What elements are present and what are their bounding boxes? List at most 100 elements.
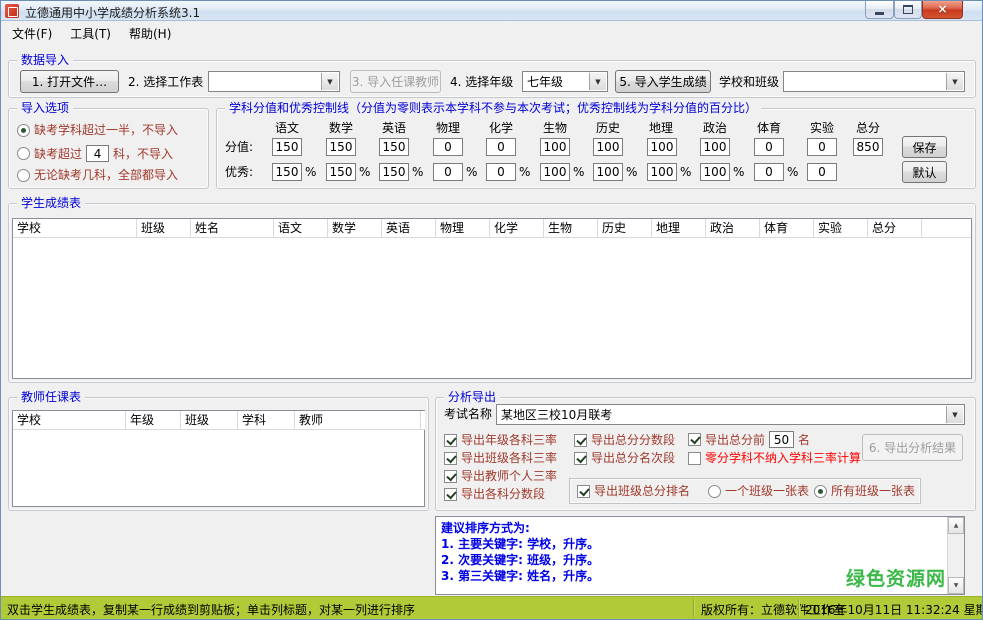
chevron-down-icon[interactable]: ▼: [589, 73, 606, 90]
student-column-header[interactable]: 实验: [814, 219, 868, 238]
teacher-column-header[interactable]: 年级: [126, 411, 181, 430]
student-column-header[interactable]: 地理: [652, 219, 706, 238]
menu-tools[interactable]: 工具(T): [61, 22, 120, 45]
student-column-header[interactable]: 政治: [706, 219, 760, 238]
group-teacher-table: 教师任课表 学校 年级 班级 学科 教师: [8, 397, 429, 511]
score-input[interactable]: [647, 138, 677, 156]
top-n-input[interactable]: [769, 431, 794, 448]
student-table-body[interactable]: [13, 238, 971, 378]
excellent-input[interactable]: [754, 163, 784, 181]
student-column-header[interactable]: 语文: [274, 219, 328, 238]
excellent-input[interactable]: [647, 163, 677, 181]
close-button[interactable]: ×: [922, 1, 963, 19]
student-score-table[interactable]: 学校 班级 姓名 语文 数学 英语 物理 化学 生物 历史 地理 政治 体育 实…: [12, 218, 972, 379]
excellent-input[interactable]: [540, 163, 570, 181]
cb-top-n[interactable]: 导出总分前 名: [688, 431, 810, 448]
excellent-input[interactable]: [700, 163, 730, 181]
checkbox-label-suffix: 名: [798, 433, 810, 447]
radio-import-all[interactable]: 无论缺考几科，全部都导入: [17, 168, 178, 182]
worksheet-select[interactable]: ▼: [208, 71, 340, 92]
teacher-column-header[interactable]: 教师: [295, 411, 421, 430]
student-column-header[interactable]: 体育: [760, 219, 814, 238]
score-input[interactable]: [754, 138, 784, 156]
student-column-header[interactable]: 英语: [382, 219, 436, 238]
minimize-button[interactable]: [865, 1, 894, 19]
vertical-scrollbar[interactable]: ▲ ▼: [947, 517, 964, 594]
total-score-input[interactable]: [853, 138, 883, 156]
radio-skip-half[interactable]: 缺考学科超过一半，不导入: [17, 123, 178, 137]
checkbox-icon: [574, 434, 587, 447]
teacher-table[interactable]: 学校 年级 班级 学科 教师: [12, 410, 425, 507]
student-column-header[interactable]: 历史: [598, 219, 652, 238]
chevron-down-icon[interactable]: ▼: [946, 406, 963, 423]
import-teachers-button[interactable]: 3. 导入任课教师: [350, 70, 441, 93]
scroll-up-icon[interactable]: ▲: [948, 517, 964, 534]
student-column-header[interactable]: 化学: [490, 219, 544, 238]
cb-total-score-segments[interactable]: 导出总分分数段: [574, 433, 675, 447]
score-input[interactable]: [326, 138, 356, 156]
student-column-header[interactable]: 总分: [868, 219, 922, 238]
scroll-down-icon[interactable]: ▼: [948, 577, 964, 594]
score-input[interactable]: [486, 138, 516, 156]
radio-label: 无论缺考几科，全部都导入: [34, 168, 178, 182]
excellent-input[interactable]: [486, 163, 516, 181]
teacher-column-header[interactable]: 班级: [181, 411, 238, 430]
excellent-input[interactable]: [379, 163, 409, 181]
teacher-column-header-filler: [421, 411, 425, 430]
chevron-down-icon[interactable]: ▼: [321, 73, 338, 90]
score-input[interactable]: [272, 138, 302, 156]
teacher-column-header[interactable]: 学科: [238, 411, 295, 430]
teacher-column-header[interactable]: 学校: [13, 411, 126, 430]
student-column-header[interactable]: 物理: [436, 219, 490, 238]
save-button[interactable]: 保存: [902, 136, 947, 158]
percent-sign: %: [359, 163, 370, 181]
default-button[interactable]: 默认: [902, 161, 947, 183]
menu-file[interactable]: 文件(F): [3, 22, 61, 45]
checkbox-icon: [444, 488, 457, 501]
score-input[interactable]: [593, 138, 623, 156]
import-scores-button[interactable]: 5. 导入学生成绩: [615, 70, 711, 93]
cb-zero-exclude[interactable]: 零分学科不纳入学科三率计算: [688, 451, 861, 465]
student-column-header[interactable]: 学校: [13, 219, 137, 238]
cb-class-subject-rates[interactable]: 导出班级各科三率: [444, 451, 557, 465]
student-column-header[interactable]: 数学: [328, 219, 382, 238]
school-class-select[interactable]: ▼: [783, 71, 965, 92]
teacher-table-body[interactable]: [13, 430, 424, 506]
title-bar[interactable]: 立德通用中小学成绩分析系统3.1 ×: [1, 1, 982, 21]
student-column-header[interactable]: 班级: [137, 219, 191, 238]
grade-select[interactable]: 七年级 ▼: [522, 71, 608, 92]
excellent-input[interactable]: [593, 163, 623, 181]
menu-help[interactable]: 帮助(H): [120, 22, 180, 45]
checkbox-label: 导出班级总分排名: [594, 484, 690, 498]
cb-total-rank-segments[interactable]: 导出总分名次段: [574, 451, 675, 465]
cb-grade-subject-rates[interactable]: 导出年级各科三率: [444, 433, 557, 447]
cb-teacher-personal-rates[interactable]: 导出教师个人三率: [444, 469, 557, 483]
score-input[interactable]: [807, 138, 837, 156]
excellent-input[interactable]: [326, 163, 356, 181]
checkbox-label: 导出班级各科三率: [461, 451, 557, 465]
missing-subject-count-input[interactable]: [86, 145, 109, 162]
open-file-button[interactable]: 1. 打开文件…: [20, 70, 119, 93]
chevron-down-icon[interactable]: ▼: [946, 73, 963, 90]
excellent-input[interactable]: [272, 163, 302, 181]
cb-subject-score-segments[interactable]: 导出各科分数段: [444, 487, 545, 501]
radio-one-class-per-sheet[interactable]: 一个班级一张表: [708, 484, 809, 498]
cb-class-total-ranking[interactable]: 导出班级总分排名: [577, 484, 690, 498]
excellent-input[interactable]: [807, 163, 837, 181]
maximize-button[interactable]: [894, 1, 922, 19]
student-column-header[interactable]: 姓名: [191, 219, 274, 238]
export-results-button[interactable]: 6. 导出分析结果: [862, 434, 963, 461]
status-bar: 双击学生成绩表，复制某一行成绩到剪贴板；单击列标题，对某一列进行排序 版权所有：…: [1, 596, 982, 619]
radio-all-classes-one-sheet[interactable]: 所有班级一张表: [814, 484, 915, 498]
excellent-input[interactable]: [433, 163, 463, 181]
watermark: 绿色资源网: [846, 564, 946, 591]
score-input[interactable]: [540, 138, 570, 156]
score-input[interactable]: [700, 138, 730, 156]
score-input[interactable]: [379, 138, 409, 156]
student-column-header[interactable]: 生物: [544, 219, 598, 238]
radio-skip-over-n[interactable]: 缺考超过 科，不导入: [17, 145, 173, 162]
exam-name-select[interactable]: 某地区三校10月联考 ▼: [496, 404, 965, 425]
percent-sign: %: [680, 163, 691, 181]
percent-sign: %: [305, 163, 316, 181]
score-input[interactable]: [433, 138, 463, 156]
